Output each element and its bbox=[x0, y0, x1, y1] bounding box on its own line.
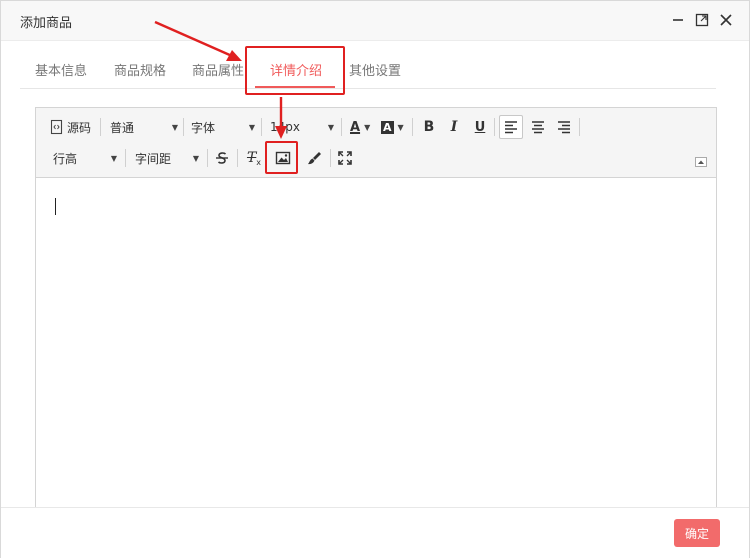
tab-detail-intro[interactable]: 详情介绍 bbox=[270, 60, 322, 79]
paint-brush-icon bbox=[308, 152, 321, 165]
align-center-icon bbox=[532, 121, 544, 134]
source-code-label: 源码 bbox=[67, 120, 92, 135]
minimize-icon[interactable] bbox=[669, 11, 687, 29]
bold-button[interactable]: B bbox=[422, 116, 436, 138]
toolbar-divider bbox=[341, 118, 342, 136]
toolbar-divider bbox=[207, 149, 208, 167]
source-code-button[interactable]: 源码 bbox=[49, 116, 91, 138]
line-height-select[interactable]: 行高 ▼ bbox=[53, 147, 117, 169]
chevron-down-icon: ▼ bbox=[110, 153, 117, 163]
toolbar-divider bbox=[237, 149, 238, 167]
background-color-button[interactable]: A ▼ bbox=[381, 116, 404, 138]
format-painter-button[interactable] bbox=[305, 147, 323, 169]
dialog-footer: 确定 bbox=[1, 507, 749, 558]
clear-format-x-icon: x bbox=[256, 157, 262, 167]
chevron-down-icon: ▼ bbox=[397, 122, 404, 132]
font-size-select[interactable]: 14px ▼ bbox=[270, 116, 334, 138]
confirm-button[interactable]: 确定 bbox=[674, 519, 720, 547]
paragraph-format-value: 普通 bbox=[110, 120, 135, 135]
toolbar-collapse-button[interactable] bbox=[695, 157, 707, 167]
tab-basic-info[interactable]: 基本信息 bbox=[35, 60, 87, 79]
dialog-titlebar: 添加商品 bbox=[1, 1, 749, 41]
text-cursor bbox=[55, 198, 56, 215]
toolbar-divider bbox=[494, 118, 495, 136]
toolbar-divider bbox=[183, 118, 184, 136]
chevron-down-icon: ▼ bbox=[327, 122, 334, 132]
tab-product-spec[interactable]: 商品规格 bbox=[114, 60, 166, 79]
font-color-icon: A bbox=[350, 119, 361, 135]
caret-up-icon bbox=[698, 160, 704, 164]
close-icon[interactable] bbox=[717, 11, 735, 29]
insert-image-button[interactable] bbox=[274, 147, 292, 169]
chevron-down-icon: ▼ bbox=[171, 122, 178, 132]
clear-format-icon: T bbox=[246, 150, 257, 166]
add-product-dialog: 添加商品 基本信息 商品规格 商品属性 详情介绍 其他设置 源码 普通 ▼ 字体… bbox=[0, 0, 750, 558]
maximize-icon[interactable] bbox=[693, 11, 711, 29]
active-tab-indicator bbox=[255, 86, 335, 88]
rich-text-editor: 源码 普通 ▼ 字体 ▼ 14px ▼ A ▼ A ▼ B I U 行高 ▼ 字… bbox=[35, 107, 717, 517]
toolbar-divider bbox=[261, 118, 262, 136]
chevron-down-icon: ▼ bbox=[364, 122, 371, 132]
chevron-down-icon: ▼ bbox=[248, 122, 255, 132]
toolbar-divider bbox=[100, 118, 101, 136]
chevron-down-icon: ▼ bbox=[192, 153, 199, 163]
font-family-select[interactable]: 字体 ▼ bbox=[191, 116, 255, 138]
italic-button[interactable]: I bbox=[447, 116, 461, 138]
align-center-button[interactable] bbox=[529, 116, 547, 138]
line-height-value: 行高 bbox=[53, 151, 78, 166]
image-icon bbox=[275, 151, 291, 165]
align-right-icon bbox=[558, 121, 570, 134]
clear-format-button[interactable]: T x bbox=[245, 147, 263, 169]
align-left-button[interactable] bbox=[499, 115, 523, 139]
tab-bar: 基本信息 商品规格 商品属性 详情介绍 其他设置 bbox=[20, 41, 716, 89]
underline-button[interactable]: U bbox=[473, 116, 487, 138]
font-color-button[interactable]: A ▼ bbox=[350, 116, 370, 138]
strikethrough-button[interactable] bbox=[214, 147, 230, 169]
toolbar-divider bbox=[412, 118, 413, 136]
align-left-icon bbox=[505, 121, 517, 134]
strikethrough-icon bbox=[216, 152, 228, 164]
background-color-icon: A bbox=[381, 120, 394, 134]
fullscreen-button[interactable] bbox=[336, 147, 354, 169]
font-family-value: 字体 bbox=[191, 120, 216, 135]
letter-spacing-value: 字间距 bbox=[135, 151, 172, 166]
editor-toolbar: 源码 普通 ▼ 字体 ▼ 14px ▼ A ▼ A ▼ B I U 行高 ▼ 字… bbox=[36, 108, 716, 178]
fullscreen-icon bbox=[338, 151, 352, 165]
dialog-title: 添加商品 bbox=[20, 16, 73, 31]
tab-other-settings[interactable]: 其他设置 bbox=[349, 60, 401, 79]
source-code-icon bbox=[50, 119, 63, 135]
toolbar-divider bbox=[125, 149, 126, 167]
editor-content-area[interactable] bbox=[36, 179, 716, 517]
tab-product-attributes[interactable]: 商品属性 bbox=[192, 60, 244, 79]
paragraph-format-select[interactable]: 普通 ▼ bbox=[110, 116, 178, 138]
toolbar-divider bbox=[579, 118, 580, 136]
letter-spacing-select[interactable]: 字间距 ▼ bbox=[135, 147, 199, 169]
toolbar-divider bbox=[330, 149, 331, 167]
align-right-button[interactable] bbox=[555, 116, 573, 138]
font-size-value: 14px bbox=[270, 120, 300, 134]
